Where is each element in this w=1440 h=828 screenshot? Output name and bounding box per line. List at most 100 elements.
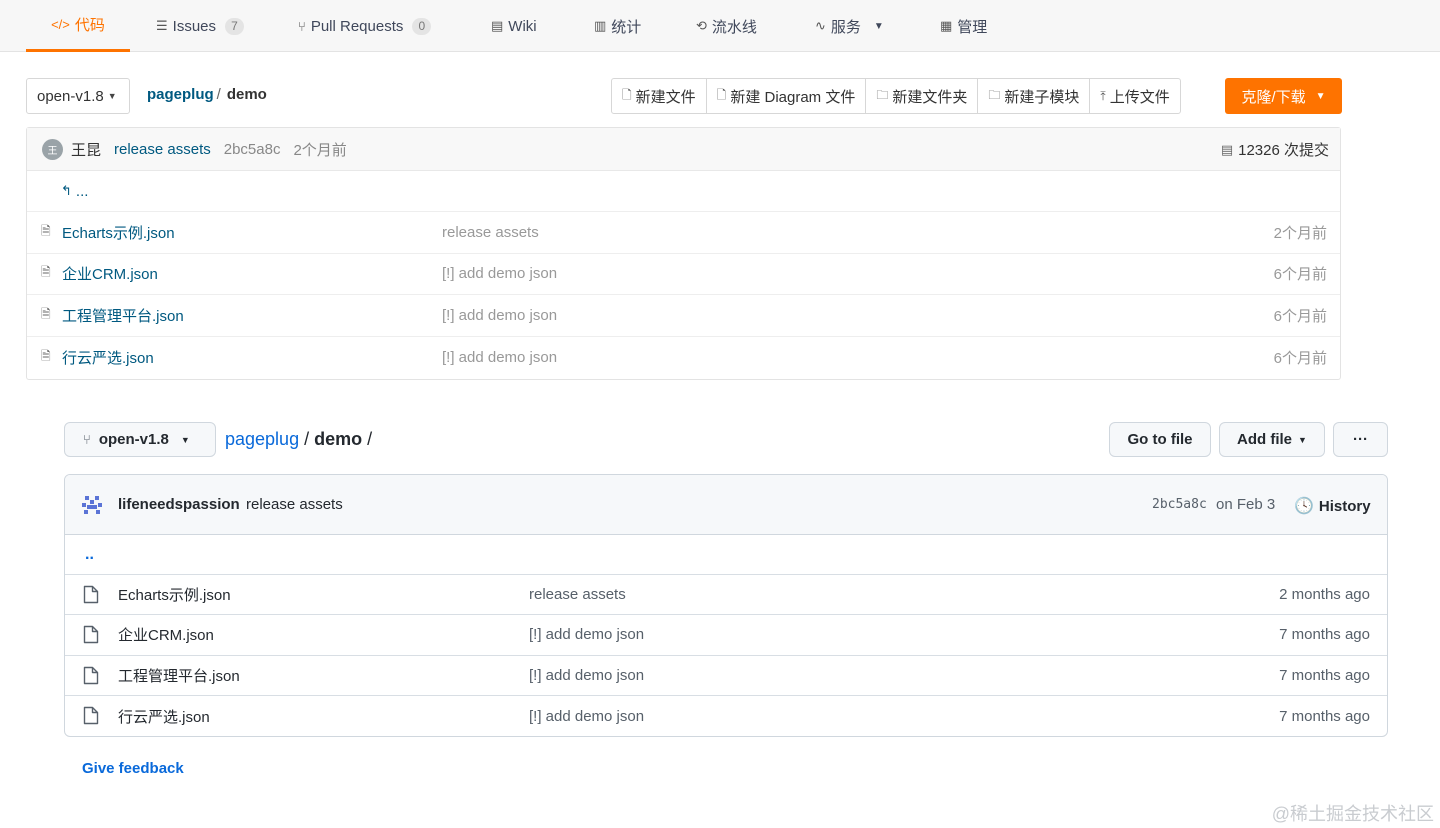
github-breadcrumb-owner-link[interactable]: pageplug: [225, 429, 299, 449]
file-name-link[interactable]: 企业CRM.json: [62, 263, 158, 284]
breadcrumb-separator: /: [299, 429, 315, 449]
history-clock-icon: 🕓: [1294, 498, 1314, 515]
tab-issues[interactable]: ☰ Issues 7: [156, 0, 245, 52]
commit-message-link[interactable]: release assets: [114, 141, 211, 158]
parent-directory-link[interactable]: ↰ ...: [27, 171, 1340, 212]
caret-down-icon: ▼: [873, 20, 884, 32]
avatar[interactable]: 王: [42, 138, 63, 160]
pipeline-icon: ⟲: [696, 18, 707, 33]
github-commit-author[interactable]: lifeneedspassion: [118, 496, 240, 513]
tab-services-label: 服务: [830, 18, 861, 36]
new-folder-button[interactable]: 🗀 新建文件夹: [865, 79, 977, 113]
history-label: History: [1318, 497, 1371, 515]
github-commit-message-link[interactable]: release assets: [246, 496, 343, 513]
github-file-name-link[interactable]: 工程管理平台.json: [118, 665, 240, 686]
commit-author[interactable]: 王昆: [71, 139, 101, 160]
tab-pipeline[interactable]: ⟲ 流水线: [696, 0, 757, 52]
kebab-icon: ···: [1353, 431, 1368, 448]
tab-code[interactable]: </> 代码: [26, 0, 130, 52]
commit-count-link[interactable]: ▤ 12326 次提交: [1221, 128, 1329, 171]
commit-sha[interactable]: 2bc5a8c: [224, 141, 281, 158]
breadcrumb-repo: demo: [226, 86, 267, 103]
github-branch-name: open-v1.8: [98, 431, 169, 448]
file-icon: [83, 585, 99, 604]
github-commit-sha[interactable]: 2bc5a8c: [1152, 497, 1207, 512]
github-file-commit-message[interactable]: [!] add demo json: [529, 667, 644, 684]
file-list: 王 王昆 release assets 2bc5a8c 2个月前 ▤ 12326…: [26, 127, 1341, 380]
file-icon: 🗎: [41, 265, 51, 280]
file-commit-message[interactable]: release assets: [442, 224, 539, 241]
new-file-button[interactable]: 🗋 新建文件: [612, 79, 706, 113]
clone-download-button[interactable]: 克隆/下载 ▼: [1225, 78, 1342, 114]
upload-icon: ⤒: [1100, 88, 1106, 103]
file-commit-time: 6个月前: [1273, 349, 1327, 367]
table-row: 行云严选.json [!] add demo json 7 months ago: [65, 696, 1387, 736]
folder-icon: 🗀: [876, 87, 889, 102]
file-icon: 🗎: [41, 306, 51, 321]
pulse-icon: ∿: [815, 18, 826, 33]
tab-wiki[interactable]: ▤ Wiki: [491, 0, 537, 52]
tab-stats[interactable]: ▥ 统计: [594, 0, 641, 52]
file-icon: 🗋: [716, 87, 727, 102]
give-feedback-link[interactable]: Give feedback: [82, 760, 184, 777]
file-commit-message[interactable]: [!] add demo json: [442, 265, 557, 282]
identicon-avatar[interactable]: [81, 494, 103, 516]
file-name-link[interactable]: 行云严选.json: [62, 347, 154, 368]
new-diagram-button[interactable]: 🗋 新建 Diagram 文件: [705, 79, 866, 113]
file-commit-message[interactable]: [!] add demo json: [442, 307, 557, 324]
tab-pull-requests[interactable]: ⑂ Pull Requests 0: [298, 0, 432, 52]
chart-icon: ▥: [594, 18, 607, 33]
table-row: 🗎 企业CRM.json [!] add demo json 6个月前: [27, 254, 1340, 295]
caret-down-icon: ▼: [180, 434, 190, 445]
latest-commit-bar: 王 王昆 release assets 2bc5a8c 2个月前 ▤ 12326…: [27, 128, 1340, 171]
branch-selector[interactable]: open-v1.8 ▼: [26, 78, 130, 114]
tab-pull-requests-label: Pull Requests: [310, 17, 404, 35]
github-parent-directory-link[interactable]: ..: [65, 535, 1387, 575]
github-file-name-link[interactable]: 行云严选.json: [118, 706, 210, 727]
github-file-commit-time: 7 months ago: [1279, 666, 1370, 684]
caret-down-icon: ▼: [107, 91, 117, 101]
more-options-button[interactable]: ···: [1333, 422, 1388, 457]
pull-request-icon: ⑂: [298, 18, 306, 34]
upload-file-button[interactable]: ⤒ 上传文件: [1089, 79, 1179, 113]
github-file-commit-message[interactable]: release assets: [529, 586, 626, 603]
table-row: 🗎 工程管理平台.json [!] add demo json 6个月前: [27, 295, 1340, 337]
add-file-button[interactable]: Add file ▼: [1219, 422, 1325, 457]
github-breadcrumb-repo: demo: [314, 429, 363, 449]
new-submodule-button[interactable]: 🗀 新建子模块: [977, 79, 1089, 113]
tab-manage-label: 管理: [957, 18, 988, 36]
github-breadcrumb: pageplug / demo /: [225, 429, 372, 450]
github-branch-selector[interactable]: ⑂ open-v1.8 ▼: [64, 422, 216, 457]
github-file-commit-message[interactable]: [!] add demo json: [529, 626, 644, 643]
add-file-label: Add file: [1237, 431, 1293, 448]
pull-requests-count-badge: 0: [412, 17, 432, 35]
history-link[interactable]: 🕓 History: [1294, 496, 1371, 516]
github-file-name-link[interactable]: Echarts示例.json: [118, 584, 231, 605]
file-icon: [83, 626, 99, 644]
tab-manage[interactable]: ▦ 管理: [940, 0, 987, 52]
repo-nav-bar: </> 代码 ☰ Issues 7 ⑂ Pull Requests 0 ▤ Wi…: [0, 0, 1440, 52]
breadcrumb: pageplug / demo: [147, 86, 267, 103]
tab-issues-label: Issues: [172, 17, 217, 35]
new-file-label: 新建文件: [635, 88, 696, 106]
commit-count-label: 12326 次提交: [1238, 142, 1329, 159]
github-file-name-link[interactable]: 企业CRM.json: [118, 624, 214, 645]
table-row: 🗎 Echarts示例.json release assets 2个月前: [27, 212, 1340, 254]
file-name-link[interactable]: 工程管理平台.json: [62, 305, 184, 326]
go-to-file-button[interactable]: Go to file: [1109, 422, 1211, 457]
tab-services[interactable]: ∿ 服务 ▼: [815, 0, 884, 52]
watermark: @稀土掘金技术社区: [1271, 804, 1434, 824]
github-file-commit-message[interactable]: [!] add demo json: [529, 708, 644, 725]
file-commit-time: 2个月前: [1273, 224, 1327, 242]
file-icon: 🗎: [41, 348, 51, 363]
new-folder-label: 新建文件夹: [892, 88, 968, 106]
breadcrumb-separator: /: [216, 86, 221, 103]
table-row: Echarts示例.json release assets 2 months a…: [65, 575, 1387, 616]
breadcrumb-owner-link[interactable]: pageplug: [147, 86, 214, 103]
table-row: 企业CRM.json [!] add demo json 7 months ag…: [65, 615, 1387, 656]
file-commit-message[interactable]: [!] add demo json: [442, 349, 557, 366]
tab-wiki-label: Wiki: [508, 17, 537, 35]
new-diagram-label: 新建 Diagram 文件: [730, 88, 856, 106]
file-name-link[interactable]: Echarts示例.json: [62, 222, 175, 243]
caret-down-icon: ▼: [1298, 434, 1307, 445]
